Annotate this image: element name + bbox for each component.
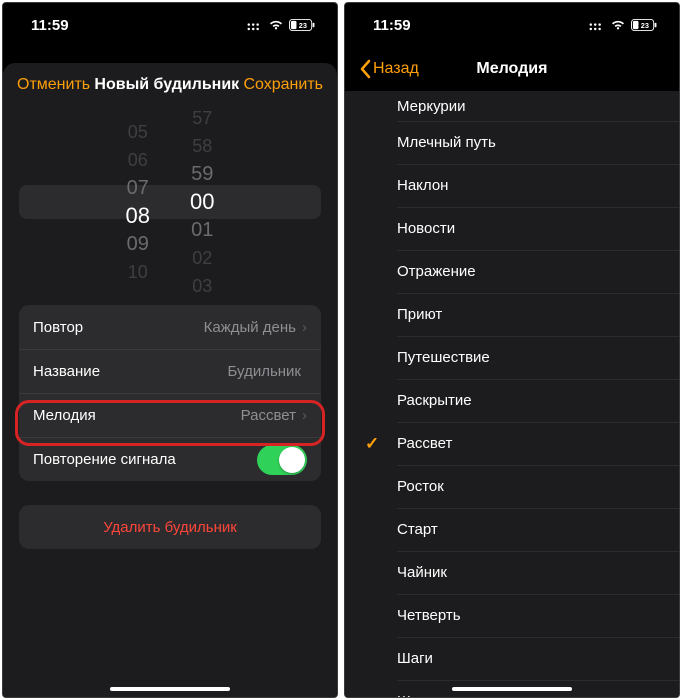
list-item[interactable]: Раскрытие (345, 379, 679, 422)
list-item[interactable]: Чайник (345, 551, 679, 594)
cancel-button[interactable]: Отменить (17, 76, 90, 94)
snooze-label: Повторение сигнала (33, 451, 257, 468)
nav-bar: Назад Мелодия (345, 47, 679, 91)
snooze-switch[interactable] (257, 445, 307, 475)
checkmark-icon: ✓ (365, 434, 379, 454)
list-item[interactable]: ✓ Рассвет (345, 422, 679, 465)
list-item[interactable]: Четверть (345, 594, 679, 637)
sound-name: Меркурии (397, 98, 466, 115)
sound-list[interactable]: Меркурии Млечный путь Наклон Новости Отражен… (345, 91, 679, 697)
repeat-label: Повтор (33, 319, 204, 336)
wifi-icon (610, 19, 626, 31)
time-picker[interactable]: 05 06 07 08 09 10 57 58 59 00 01 02 03 (3, 107, 337, 297)
row-snooze: Повторение сигнала (19, 437, 321, 481)
home-indicator[interactable] (110, 687, 230, 691)
status-bar: 11:59 23 (3, 3, 337, 47)
hour-column[interactable]: 05 06 07 08 09 10 (126, 120, 150, 284)
status-bar: 11:59 23 (345, 3, 679, 47)
back-button[interactable]: Назад (359, 59, 419, 79)
sound-name: Отражение (397, 263, 476, 280)
sound-name: Наклон (397, 177, 448, 194)
list-item[interactable]: Новости (345, 207, 679, 250)
row-name[interactable]: Название Будильник (19, 349, 321, 393)
battery-icon: 23 (289, 19, 315, 31)
sound-name: Новости (397, 220, 455, 237)
list-item[interactable]: Млечный путь (345, 121, 679, 164)
sound-name: Рассвет (397, 435, 452, 452)
sound-name: Путешествие (397, 349, 490, 366)
list-item[interactable]: Путешествие (345, 336, 679, 379)
sound-name: Четверть (397, 607, 461, 624)
list-item[interactable]: Приют (345, 293, 679, 336)
alarm-settings: Повтор Каждый день › Название Будильник … (19, 305, 321, 481)
chevron-right-icon: › (302, 407, 307, 424)
phone-right: 11:59 23 Назад Мелодия Меркурии Млечный п… (344, 2, 680, 698)
list-item[interactable]: Шаги (345, 637, 679, 680)
row-sound[interactable]: Мелодия Рассвет › (19, 393, 321, 437)
sound-name: Чайник (397, 564, 447, 581)
wifi-icon (268, 19, 284, 31)
sound-name: Росток (397, 478, 444, 495)
list-item[interactable]: Отражение (345, 250, 679, 293)
name-label: Название (33, 363, 228, 380)
chevron-left-icon (359, 59, 371, 79)
status-indicators: 23 (589, 19, 657, 31)
delete-button[interactable]: Удалить будильник (19, 505, 321, 549)
page-title: Мелодия (476, 60, 547, 78)
status-indicators: 23 (247, 19, 315, 31)
save-button[interactable]: Сохранить (243, 76, 323, 94)
list-item[interactable]: Наклон (345, 164, 679, 207)
sheet-title: Новый будильник (94, 76, 239, 94)
sound-name: Шале (397, 693, 436, 697)
status-time: 11:59 (373, 17, 411, 34)
sound-name: Старт (397, 521, 438, 538)
sound-name: Раскрытие (397, 392, 472, 409)
sound-label: Мелодия (33, 407, 241, 424)
phone-left: 11:59 23 Отменить Новый будильник Сохран… (2, 2, 338, 698)
sound-name: Шаги (397, 650, 433, 667)
row-repeat[interactable]: Повтор Каждый день › (19, 305, 321, 349)
home-indicator[interactable] (452, 687, 572, 691)
picker-highlight (19, 185, 321, 219)
minute-column[interactable]: 57 58 59 00 01 02 03 (190, 106, 214, 298)
list-item[interactable]: Меркурии (345, 91, 679, 121)
status-time: 11:59 (31, 17, 69, 34)
name-value: Будильник (228, 363, 301, 380)
sound-name: Млечный путь (397, 134, 496, 151)
sound-name: Приют (397, 306, 442, 323)
list-item[interactable]: Росток (345, 465, 679, 508)
repeat-value: Каждый день (204, 319, 296, 336)
list-item[interactable]: Старт (345, 508, 679, 551)
alarm-sheet: Отменить Новый будильник Сохранить 05 06… (3, 63, 337, 697)
battery-icon: 23 (631, 19, 657, 31)
sound-value: Рассвет (241, 407, 296, 424)
svg-text:23: 23 (299, 21, 307, 30)
sheet-nav: Отменить Новый будильник Сохранить (3, 63, 337, 107)
svg-text:23: 23 (641, 21, 649, 30)
chevron-right-icon: › (302, 319, 307, 336)
